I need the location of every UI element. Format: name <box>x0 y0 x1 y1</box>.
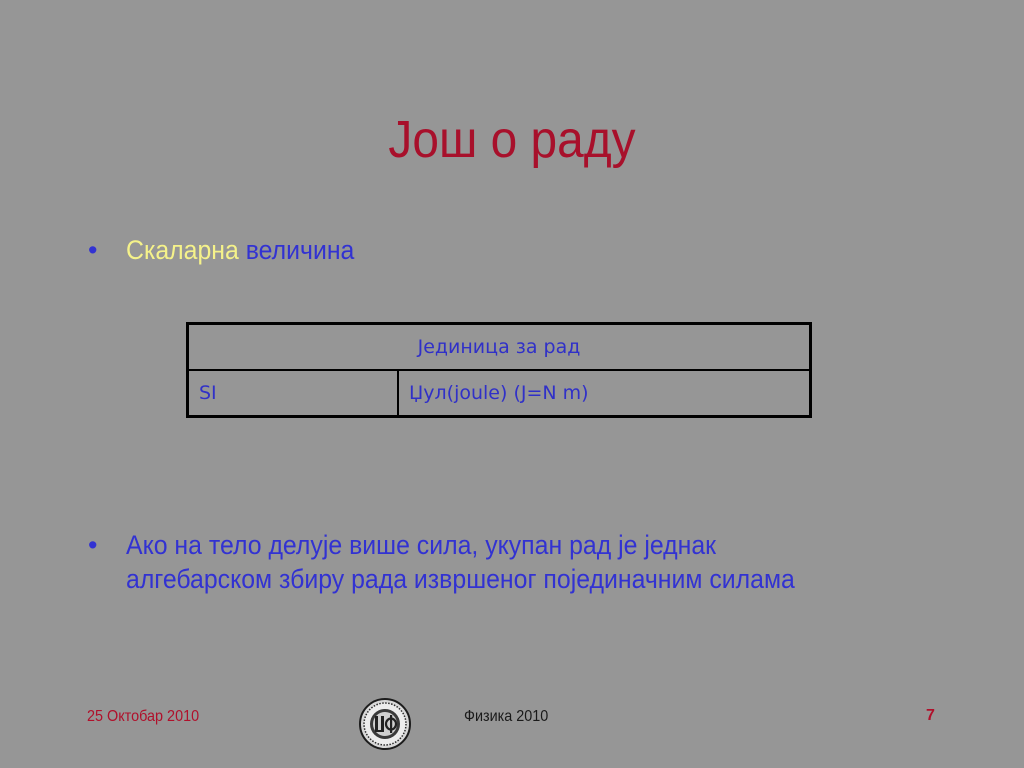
footer-date: 25 Октобар 2010 <box>87 708 200 725</box>
faculty-seal-logo-icon <box>359 698 411 750</box>
table-row: SI Џул(joule) (J=N m) <box>186 369 812 418</box>
table-header: Јединица за рад <box>186 322 812 371</box>
bullet-text-sum: Ако на тело делује више сила, укупан рад… <box>126 530 795 594</box>
table-cell-system: SI <box>186 369 399 418</box>
bullet-marker: • <box>88 235 98 265</box>
bullet-word-quantity: величина <box>245 235 355 265</box>
bullet-word-scalar: Скаларна <box>126 235 239 265</box>
table-cell-unit: Џул(joule) (J=N m) <box>397 369 812 418</box>
bullet-scalar: • Скаларна величина <box>88 233 374 267</box>
footer-course: Физика 2010 <box>464 708 549 725</box>
page-number: 7 <box>926 707 935 724</box>
bullet-marker: • <box>88 530 98 560</box>
slide-title: Још о раду <box>388 111 636 169</box>
work-unit-table: Јединица за рад SI Џул(joule) (J=N m) <box>186 322 812 418</box>
bullet-sum-of-work: • Ако на тело делује више сила, укупан р… <box>88 528 988 596</box>
